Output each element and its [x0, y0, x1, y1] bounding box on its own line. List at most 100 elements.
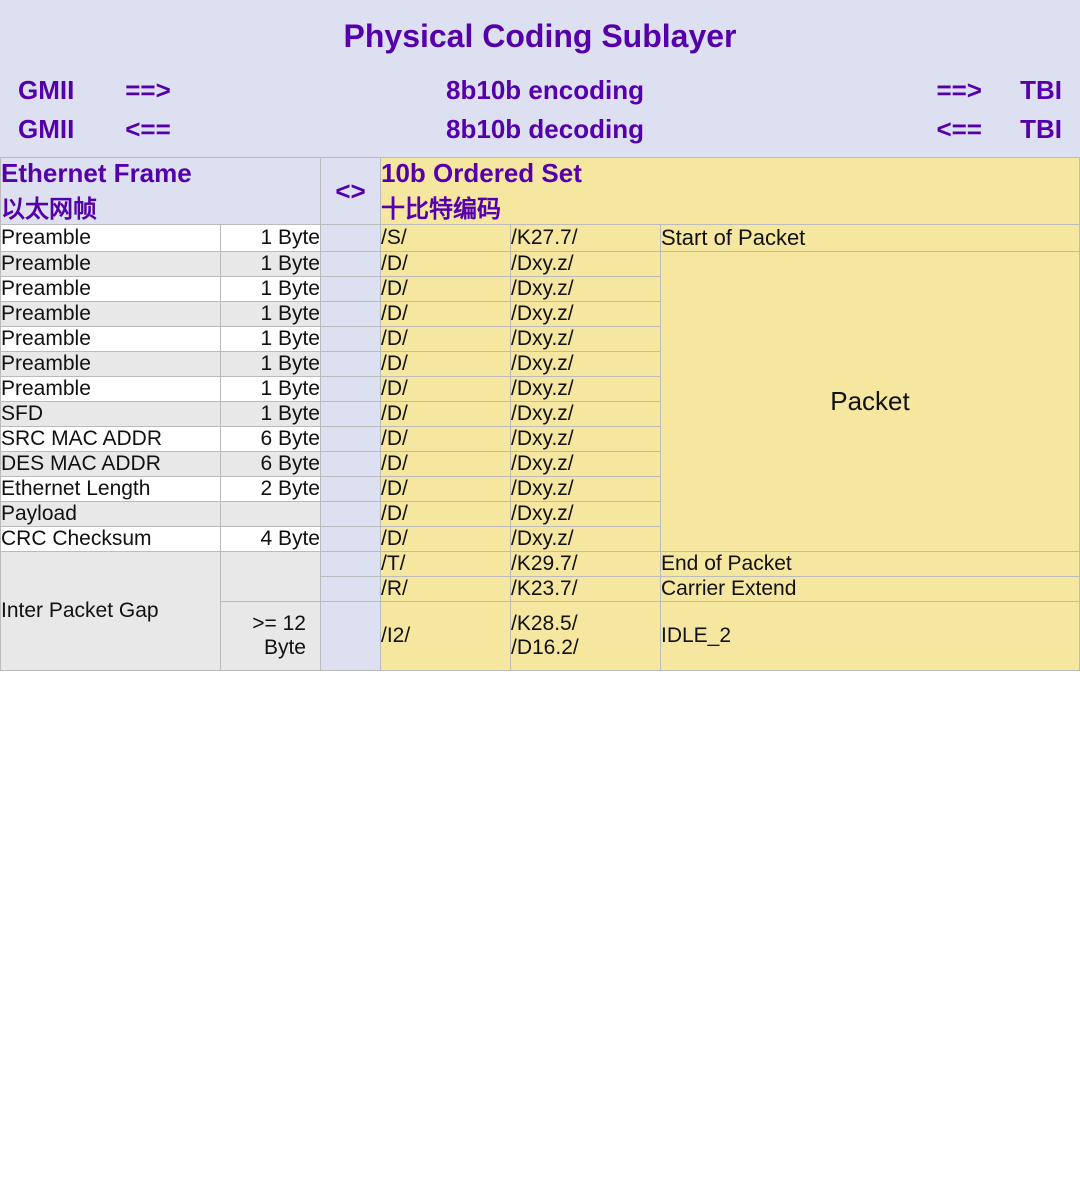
row-arrow [321, 452, 381, 477]
ordered-set-cn-label: 十比特编码 [381, 189, 1079, 224]
row-arrow [321, 552, 381, 577]
row-arrow [321, 527, 381, 552]
field-code: /D/ [381, 452, 511, 477]
inter-packet-gap-size-2: >= 12 Byte [221, 602, 321, 671]
field-code: /D/ [381, 377, 511, 402]
field-name: Preamble [1, 377, 221, 402]
field-name: SRC MAC ADDR [1, 427, 221, 452]
field-size: 1 Byte [221, 252, 321, 277]
field-symbol: /Dxy.z/ [511, 327, 661, 352]
field-name: Preamble [1, 302, 221, 327]
carrier-extend-label: Carrier Extend [661, 577, 1080, 602]
gmii-label-2: GMII [18, 110, 108, 149]
field-symbol: /Dxy.z/ [511, 277, 661, 302]
field-code: /I2/ [381, 602, 511, 671]
field-symbol: /Dxy.z/ [511, 377, 661, 402]
row-arrow [321, 602, 381, 671]
tbi-label-2: TBI [982, 110, 1062, 149]
field-symbol: /Dxy.z/ [511, 452, 661, 477]
field-name: CRC Checksum [1, 527, 221, 552]
page-container: Physical Coding Sublayer GMII ==> 8b10b … [0, 0, 1080, 671]
field-name: Preamble [1, 352, 221, 377]
field-size: 1 Byte [221, 225, 321, 252]
idle2-label: IDLE_2 [661, 602, 1080, 671]
field-code: /D/ [381, 527, 511, 552]
packet-label: Packet [661, 252, 1080, 552]
header-arrow: <> [321, 158, 381, 225]
field-size: 1 Byte [221, 302, 321, 327]
field-name: Payload [1, 502, 221, 527]
row-arrow [321, 302, 381, 327]
field-symbol: /K29.7/ [511, 552, 661, 577]
field-code: /T/ [381, 552, 511, 577]
field-code: /D/ [381, 427, 511, 452]
field-size: 1 Byte [221, 377, 321, 402]
field-symbol: /Dxy.z/ [511, 427, 661, 452]
arrow-enc-2: <== [108, 110, 188, 149]
field-code: /D/ [381, 327, 511, 352]
inter-packet-gap-name: Inter Packet Gap [1, 552, 221, 671]
ordered-set-header: 10b Ordered Set 十比特编码 [381, 158, 1080, 225]
arrow2-enc-2: <== [902, 110, 982, 149]
field-code: /D/ [381, 277, 511, 302]
field-code: /D/ [381, 477, 511, 502]
table-row: Preamble 1 Byte /S/ /K27.7/ Start of Pac… [1, 225, 1080, 252]
field-code: /D/ [381, 302, 511, 327]
encoding-section: GMII ==> 8b10b encoding ==> TBI GMII <==… [0, 69, 1080, 157]
field-symbol: /Dxy.z/ [511, 527, 661, 552]
field-symbol: /Dxy.z/ [511, 252, 661, 277]
field-name: Preamble [1, 277, 221, 302]
field-code: /D/ [381, 352, 511, 377]
field-name: Preamble [1, 327, 221, 352]
field-symbol: /Dxy.z/ [511, 477, 661, 502]
row-arrow [321, 352, 381, 377]
row-arrow [321, 327, 381, 352]
eth-frame-header: Ethernet Frame 以太网帧 [1, 158, 321, 225]
row-arrow [321, 377, 381, 402]
field-symbol: /Dxy.z/ [511, 302, 661, 327]
page-title: Physical Coding Sublayer [0, 0, 1080, 69]
field-size: 1 Byte [221, 277, 321, 302]
row-arrow [321, 277, 381, 302]
field-size: 1 Byte [221, 327, 321, 352]
field-size: 1 Byte [221, 402, 321, 427]
tbi-label-1: TBI [982, 71, 1062, 110]
row-arrow [321, 477, 381, 502]
field-code: /S/ [381, 225, 511, 252]
row-arrow [321, 225, 381, 252]
field-symbol: /K23.7/ [511, 577, 661, 602]
encoding-row-1: GMII ==> 8b10b encoding ==> TBI [18, 71, 1062, 110]
main-table: Ethernet Frame 以太网帧 <> 10b Ordered Set 十… [0, 157, 1080, 671]
field-size: 6 Byte [221, 452, 321, 477]
field-name: Ethernet Length [1, 477, 221, 502]
field-name: Preamble [1, 252, 221, 277]
eth-frame-cn-label: 以太网帧 [1, 189, 320, 224]
field-code: /D/ [381, 402, 511, 427]
start-of-packet-label: Start of Packet [661, 225, 1080, 252]
field-symbol: /K28.5/ /D16.2/ [511, 602, 661, 671]
table-row: Preamble 1 Byte /D/ /Dxy.z/ Packet [1, 252, 1080, 277]
ordered-set-label: 10b Ordered Set [381, 158, 1079, 189]
field-symbol: /K27.7/ [511, 225, 661, 252]
field-size: 2 Byte [221, 477, 321, 502]
arrow2-enc-1: ==> [902, 71, 982, 110]
field-size [221, 502, 321, 527]
field-name: Preamble [1, 225, 221, 252]
eth-frame-label: Ethernet Frame [1, 158, 320, 189]
enc-label-2: 8b10b decoding [188, 110, 902, 149]
arrow-enc-1: ==> [108, 71, 188, 110]
table-row: Inter Packet Gap /T/ /K29.7/ End of Pack… [1, 552, 1080, 577]
row-arrow [321, 252, 381, 277]
gmii-label-1: GMII [18, 71, 108, 110]
field-symbol: /Dxy.z/ [511, 502, 661, 527]
field-symbol: /Dxy.z/ [511, 352, 661, 377]
row-arrow [321, 502, 381, 527]
field-name: SFD [1, 402, 221, 427]
field-size: 4 Byte [221, 527, 321, 552]
field-size: 1 Byte [221, 352, 321, 377]
table-header-row: Ethernet Frame 以太网帧 <> 10b Ordered Set 十… [1, 158, 1080, 225]
row-arrow [321, 577, 381, 602]
row-arrow [321, 427, 381, 452]
row-arrow [321, 402, 381, 427]
end-of-packet-label: End of Packet [661, 552, 1080, 577]
